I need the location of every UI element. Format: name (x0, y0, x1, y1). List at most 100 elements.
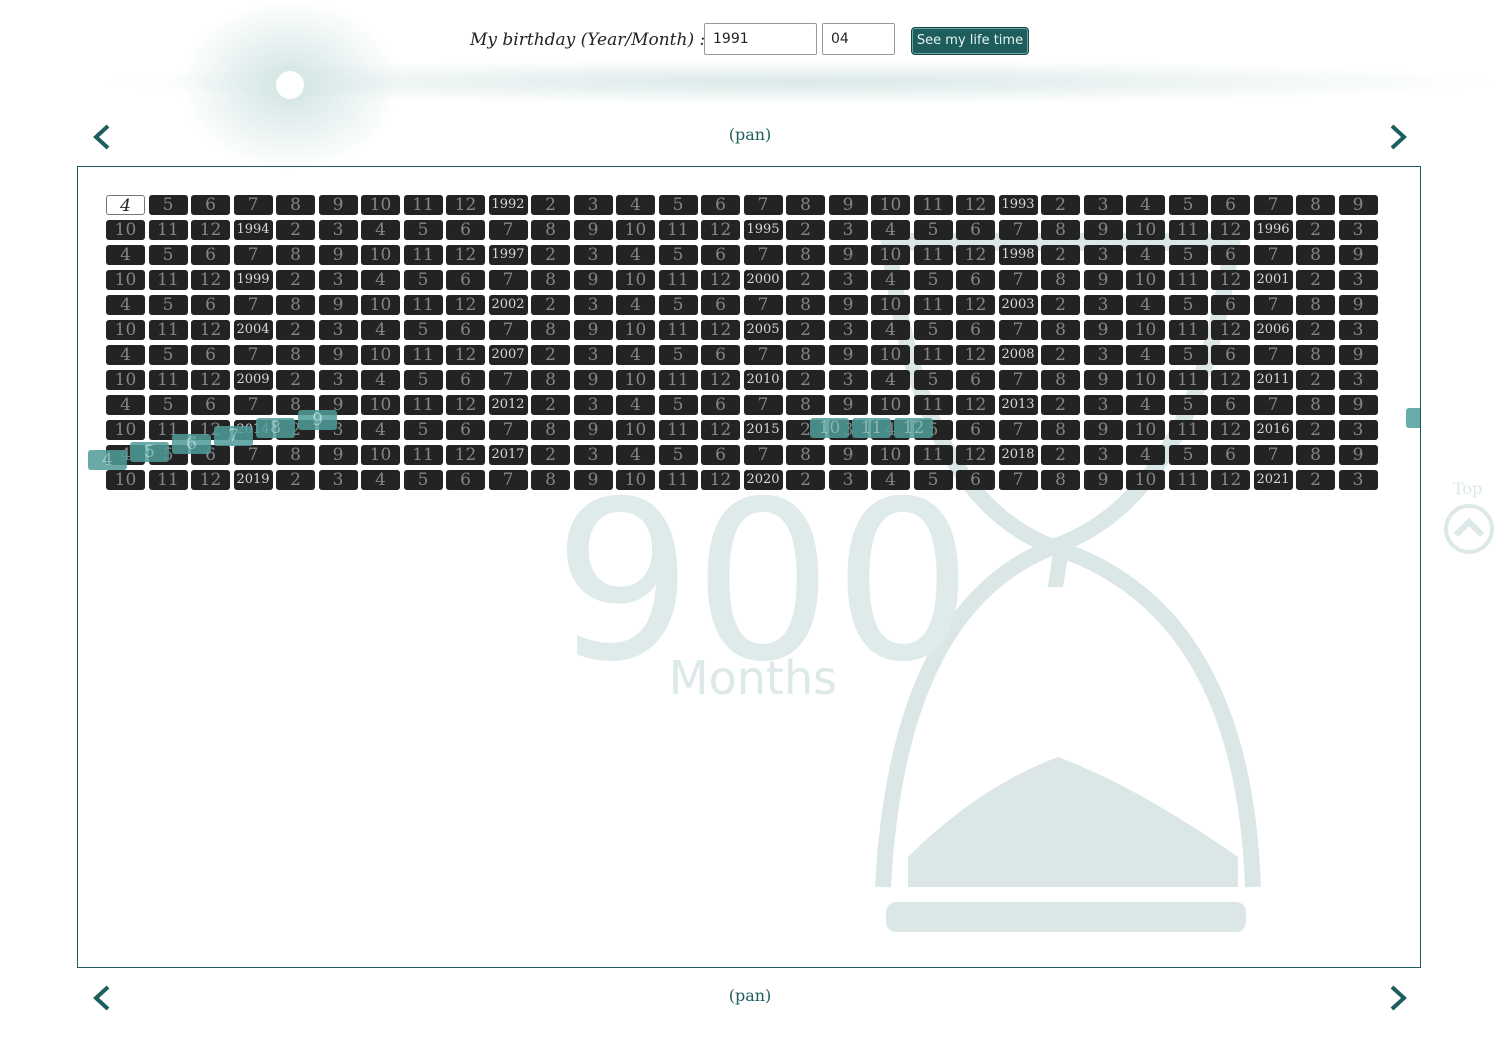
month-cell[interactable]: 2 (531, 295, 570, 315)
month-cell[interactable]: 3 (1338, 470, 1378, 490)
month-cell[interactable]: 4 (1126, 395, 1165, 415)
month-cell[interactable]: 10 (106, 270, 145, 290)
month-cell[interactable]: 8 (1041, 370, 1080, 390)
year-cell[interactable]: 2017 (488, 445, 528, 465)
month-cell[interactable]: 12 (956, 445, 995, 465)
month-cell[interactable]: 8 (531, 420, 570, 440)
month-cell[interactable]: 10 (106, 320, 145, 340)
month-cell[interactable]: 4 (1126, 195, 1165, 215)
month-cell[interactable]: 8 (531, 370, 570, 390)
month-cell[interactable]: 3 (828, 320, 868, 340)
month-cell[interactable]: 5 (403, 470, 443, 490)
month-cell[interactable]: 5 (1168, 245, 1208, 265)
month-cell[interactable]: 10 (361, 345, 400, 365)
month-cell[interactable]: 7 (998, 220, 1038, 240)
year-cell[interactable]: 2003 (998, 295, 1038, 315)
month-cell[interactable]: 7 (998, 270, 1038, 290)
month-cell[interactable]: 9 (573, 470, 613, 490)
month-cell[interactable]: 3 (318, 470, 358, 490)
month-cell[interactable]: 12 (701, 270, 740, 290)
month-cell[interactable]: 6 (701, 195, 740, 215)
month-cell[interactable]: 9 (828, 345, 868, 365)
month-cell[interactable]: 9 (318, 345, 358, 365)
month-cell[interactable]: 3 (828, 470, 868, 490)
month-cell[interactable]: 3 (1083, 345, 1123, 365)
month-cell[interactable]: 2 (276, 270, 315, 290)
month-cell[interactable]: 4 (616, 445, 655, 465)
month-cell[interactable]: 10 (616, 370, 655, 390)
month-cell[interactable]: 9 (828, 445, 868, 465)
month-cell[interactable]: 6 (1211, 345, 1250, 365)
month-cell[interactable]: 2 (276, 320, 315, 340)
birth-month-input[interactable] (822, 23, 895, 55)
month-cell[interactable]: 5 (148, 245, 188, 265)
month-cell[interactable]: 3 (318, 220, 358, 240)
year-cell[interactable]: 1992 (488, 195, 528, 215)
month-cell[interactable]: 8 (1041, 420, 1080, 440)
month-cell[interactable]: 6 (446, 370, 485, 390)
month-cell[interactable]: 2 (1041, 445, 1080, 465)
month-cell[interactable]: 12 (956, 295, 995, 315)
month-cell[interactable]: 7 (998, 470, 1038, 490)
month-cell[interactable]: 8 (1296, 195, 1335, 215)
month-cell[interactable]: 12 (191, 220, 230, 240)
year-cell[interactable]: 2019 (233, 470, 273, 490)
month-cell[interactable]: 9 (1083, 370, 1123, 390)
month-cell[interactable]: 7 (1253, 395, 1293, 415)
year-cell[interactable]: 2012 (488, 395, 528, 415)
month-cell[interactable]: 10 (361, 245, 400, 265)
month-cell[interactable]: 12 (701, 470, 740, 490)
year-cell[interactable]: 2021 (1253, 470, 1293, 490)
month-cell[interactable]: 7 (1253, 195, 1293, 215)
month-cell[interactable]: 7 (998, 320, 1038, 340)
month-cell[interactable]: 12 (1211, 370, 1250, 390)
month-cell[interactable]: 3 (1338, 420, 1378, 440)
month-cell[interactable]: 11 (913, 395, 953, 415)
month-cell[interactable]: 6 (1211, 395, 1250, 415)
month-cell[interactable]: 3 (828, 370, 868, 390)
month-cell[interactable]: 3 (318, 370, 358, 390)
year-cell[interactable]: 1995 (743, 220, 783, 240)
year-cell[interactable]: 2016 (1253, 420, 1293, 440)
month-cell[interactable]: 5 (1168, 395, 1208, 415)
month-cell[interactable]: 11 (1168, 320, 1208, 340)
month-cell[interactable]: 5 (658, 295, 698, 315)
month-cell[interactable]: 4 (871, 320, 910, 340)
month-cell[interactable]: 8 (786, 395, 825, 415)
month-cell[interactable]: 6 (701, 395, 740, 415)
month-cell[interactable]: 8 (1041, 220, 1080, 240)
month-cell[interactable]: 2 (786, 370, 825, 390)
month-cell[interactable]: 3 (573, 295, 613, 315)
month-cell[interactable]: 2 (276, 370, 315, 390)
month-cell[interactable]: 11 (403, 445, 443, 465)
year-cell[interactable]: 2011 (1253, 370, 1293, 390)
month-cell[interactable]: 7 (488, 370, 528, 390)
month-cell[interactable]: 6 (956, 370, 995, 390)
month-cell[interactable]: 2 (1296, 420, 1335, 440)
month-cell[interactable]: 12 (1211, 270, 1250, 290)
month-cell[interactable]: 10 (1126, 270, 1165, 290)
month-cell[interactable]: 8 (531, 470, 570, 490)
year-cell[interactable]: 2007 (488, 345, 528, 365)
chevron-left-icon[interactable] (90, 122, 114, 152)
month-cell[interactable]: 12 (956, 345, 995, 365)
month-cell[interactable]: 12 (701, 370, 740, 390)
month-cell[interactable]: 2 (531, 445, 570, 465)
year-cell[interactable]: 1994 (233, 220, 273, 240)
month-cell[interactable]: 10 (106, 370, 145, 390)
month-cell[interactable]: 8 (276, 295, 315, 315)
month-cell[interactable]: 11 (1168, 420, 1208, 440)
month-cell[interactable]: 8 (786, 195, 825, 215)
month-cell[interactable]: 10 (1126, 220, 1165, 240)
month-cell[interactable]: 2 (1296, 370, 1335, 390)
month-cell[interactable]: 8 (1296, 445, 1335, 465)
month-cell[interactable]: 9 (318, 295, 358, 315)
month-cell[interactable]: 2 (531, 345, 570, 365)
month-cell[interactable]: 5 (148, 295, 188, 315)
month-cell[interactable]: 11 (913, 445, 953, 465)
month-cell[interactable]: 4 (871, 370, 910, 390)
month-cell[interactable]: 12 (1211, 220, 1250, 240)
month-cell[interactable]: 3 (318, 320, 358, 340)
month-cell[interactable]: 6 (956, 220, 995, 240)
month-cell[interactable]: 6 (446, 220, 485, 240)
